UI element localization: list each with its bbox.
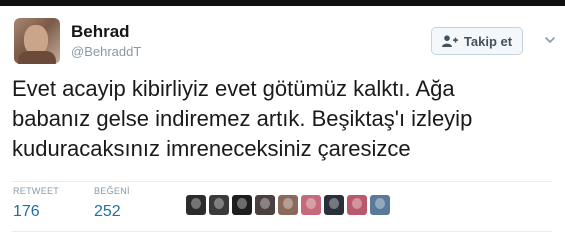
tweet-text-line: Evet acayip kibirliyiz evet götümüz kalk… [12,76,455,101]
follow-button-label: Takip et [463,33,513,49]
avatar-body [18,51,56,64]
author-name[interactable]: Behrad [71,22,130,42]
liker-avatar[interactable] [370,195,390,215]
tweet-text-line: kuduracaksınız imreneceksiniz çaresizce [12,136,411,161]
like-label: BEĞENİ [94,186,130,196]
like-count[interactable]: 252 [94,203,121,221]
liker-avatar[interactable] [232,195,252,215]
chevron-down-icon[interactable] [543,33,557,47]
liker-avatar[interactable] [209,195,229,215]
liker-avatar[interactable] [278,195,298,215]
follow-button[interactable]: Takip et [431,27,523,55]
avatar[interactable] [14,18,60,64]
author-handle[interactable]: @BehraddT [71,44,141,59]
liker-avatar[interactable] [255,195,275,215]
liker-avatar[interactable] [301,195,321,215]
add-person-icon [441,35,458,47]
liker-avatars [186,195,390,215]
retweet-label: RETWEET [13,186,60,196]
top-edge [0,0,565,6]
stats-bottom-divider [12,231,552,232]
retweet-count[interactable]: 176 [13,203,40,221]
stats-top-divider [12,181,552,182]
liker-avatar[interactable] [347,195,367,215]
liker-avatar[interactable] [186,195,206,215]
tweet-text-line: babanız gelse indiremez artık. Beşiktaş'… [12,106,473,131]
liker-avatar[interactable] [324,195,344,215]
tweet-text: Evet acayip kibirliyiz evet götümüz kalk… [12,74,560,164]
